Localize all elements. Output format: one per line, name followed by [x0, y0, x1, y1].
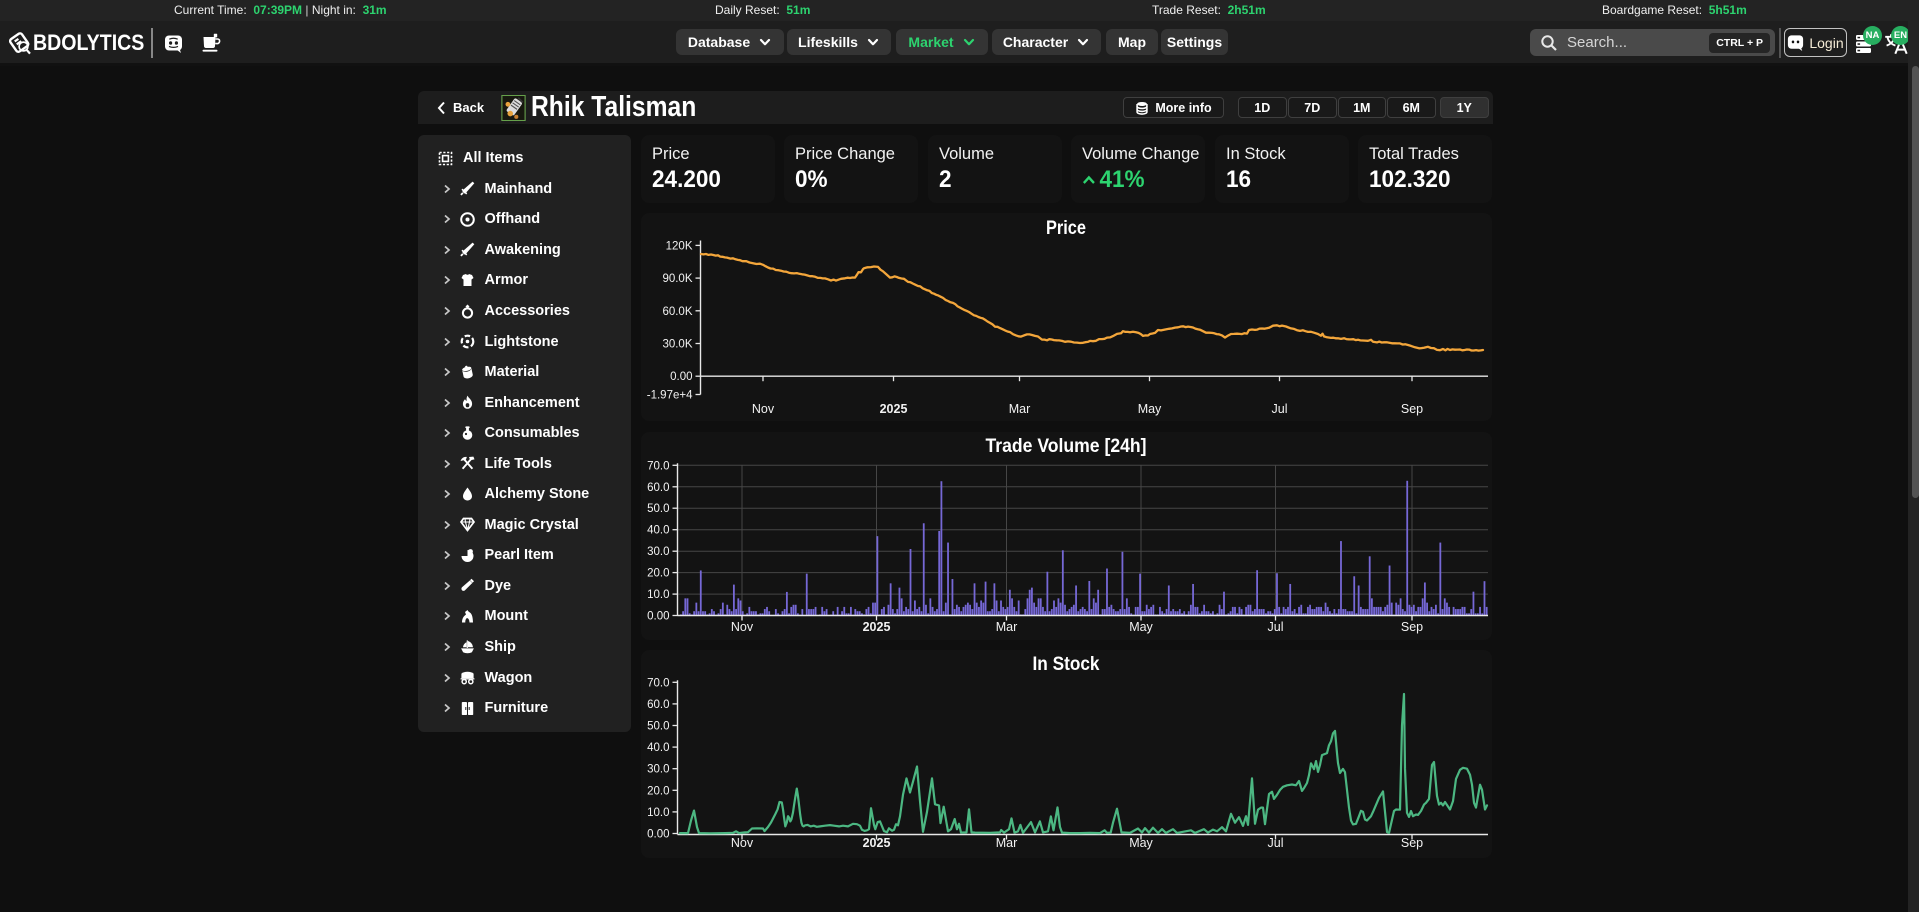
- svg-text:30.0: 30.0: [647, 546, 669, 558]
- svg-text:40.0: 40.0: [647, 525, 669, 537]
- svg-text:Sep: Sep: [1401, 402, 1423, 416]
- svg-text:In Stock: In Stock: [1033, 653, 1100, 675]
- svg-text:Mar: Mar: [1009, 402, 1031, 416]
- svg-text:May: May: [1138, 402, 1162, 416]
- svg-text:0.00: 0.00: [647, 829, 669, 841]
- svg-text:10.0: 10.0: [647, 807, 669, 819]
- svg-text:-1.97e+4: -1.97e+4: [647, 390, 693, 402]
- svg-text:2025: 2025: [880, 402, 908, 416]
- svg-text:Jul: Jul: [1272, 402, 1288, 416]
- svg-text:70.0: 70.0: [647, 460, 669, 472]
- svg-text:70.0: 70.0: [647, 677, 669, 689]
- svg-text:90.0K: 90.0K: [662, 273, 692, 285]
- svg-text:May: May: [1129, 620, 1153, 634]
- svg-text:60.0K: 60.0K: [662, 306, 692, 318]
- svg-text:0.00: 0.00: [647, 611, 669, 623]
- svg-text:Trade Volume [24h]: Trade Volume [24h]: [986, 435, 1147, 457]
- svg-text:Nov: Nov: [731, 836, 754, 850]
- svg-text:Sep: Sep: [1401, 620, 1423, 634]
- svg-text:50.0: 50.0: [647, 503, 669, 515]
- svg-text:Jul: Jul: [1268, 620, 1284, 634]
- svg-text:60.0: 60.0: [647, 699, 669, 711]
- svg-text:30.0: 30.0: [647, 764, 669, 776]
- svg-text:Price: Price: [1046, 217, 1086, 239]
- svg-text:60.0: 60.0: [647, 482, 669, 494]
- svg-text:40.0: 40.0: [647, 742, 669, 754]
- svg-text:Sep: Sep: [1401, 836, 1423, 850]
- svg-text:10.0: 10.0: [647, 589, 669, 601]
- svg-text:2025: 2025: [863, 836, 891, 850]
- svg-text:Nov: Nov: [752, 402, 775, 416]
- svg-text:2025: 2025: [863, 620, 891, 634]
- svg-text:Jul: Jul: [1268, 836, 1284, 850]
- svg-text:20.0: 20.0: [647, 568, 669, 580]
- svg-text:Mar: Mar: [996, 836, 1018, 850]
- svg-text:Nov: Nov: [731, 620, 754, 634]
- svg-text:30.0K: 30.0K: [662, 339, 692, 351]
- svg-text:0.00: 0.00: [670, 371, 692, 383]
- svg-text:50.0: 50.0: [647, 721, 669, 733]
- svg-text:May: May: [1129, 836, 1153, 850]
- svg-text:120K: 120K: [666, 240, 693, 252]
- svg-text:20.0: 20.0: [647, 785, 669, 797]
- svg-text:Mar: Mar: [996, 620, 1018, 634]
